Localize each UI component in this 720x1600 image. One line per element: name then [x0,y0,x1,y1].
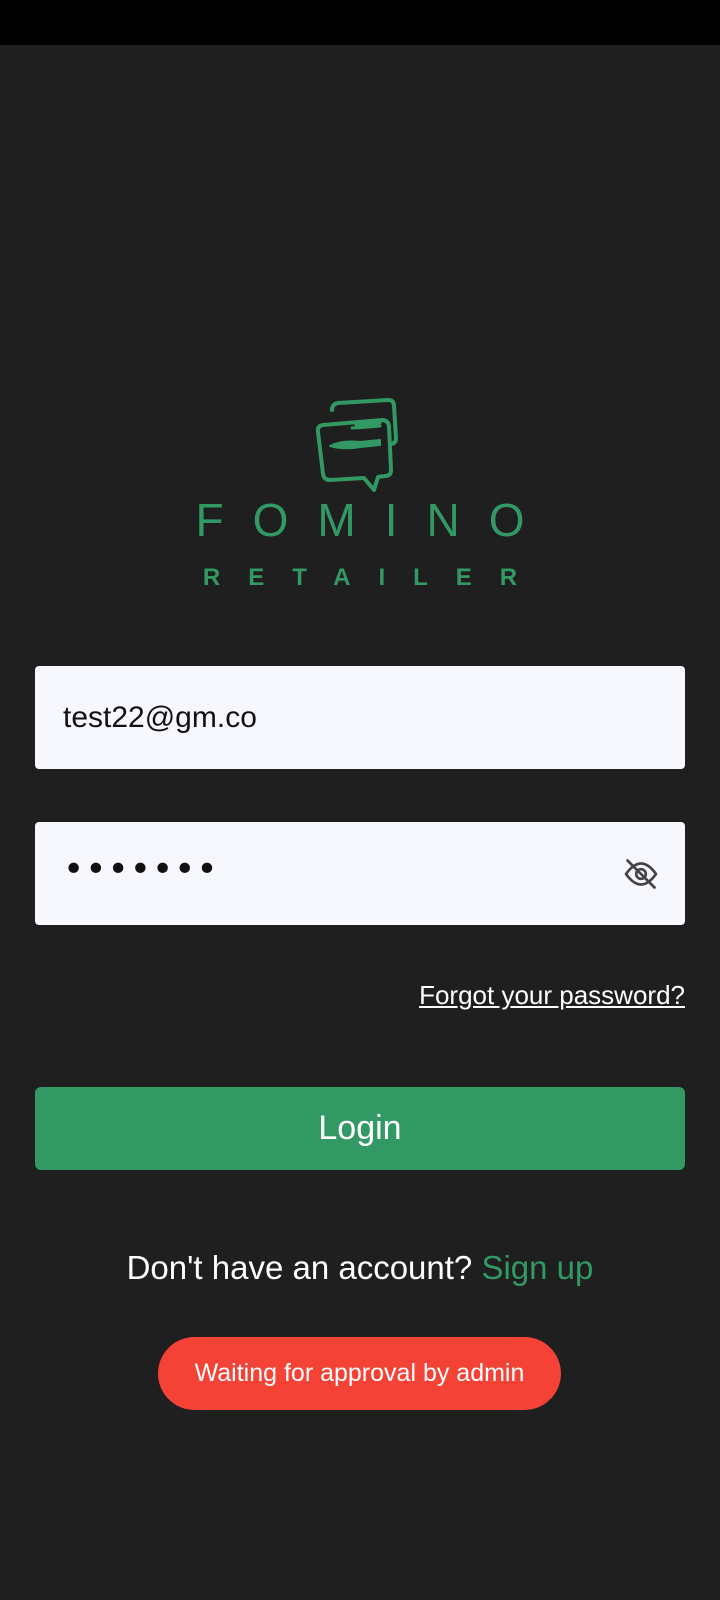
eye-off-icon[interactable] [623,856,659,892]
forgot-password-link[interactable]: Forgot your password? [419,980,685,1011]
password-field[interactable]: ••••••• [35,822,685,925]
brand-subtitle: RETAILER [202,564,546,591]
email-value: test22@gm.co [63,701,257,734]
status-bar [0,0,720,45]
email-field[interactable]: test22@gm.co [35,666,685,769]
signup-prompt: Don't have an account? [126,1249,473,1286]
login-button[interactable]: Login [35,1087,685,1170]
password-value: ••••••• [63,849,219,890]
signup-row: Don't have an account? Sign up [0,1246,720,1290]
chat-bubble-fork-knife-icon [312,398,408,494]
brand-name: FOMINO [195,494,554,546]
toast-message: Waiting for approval by admin [158,1337,561,1410]
signup-link[interactable]: Sign up [481,1249,593,1286]
